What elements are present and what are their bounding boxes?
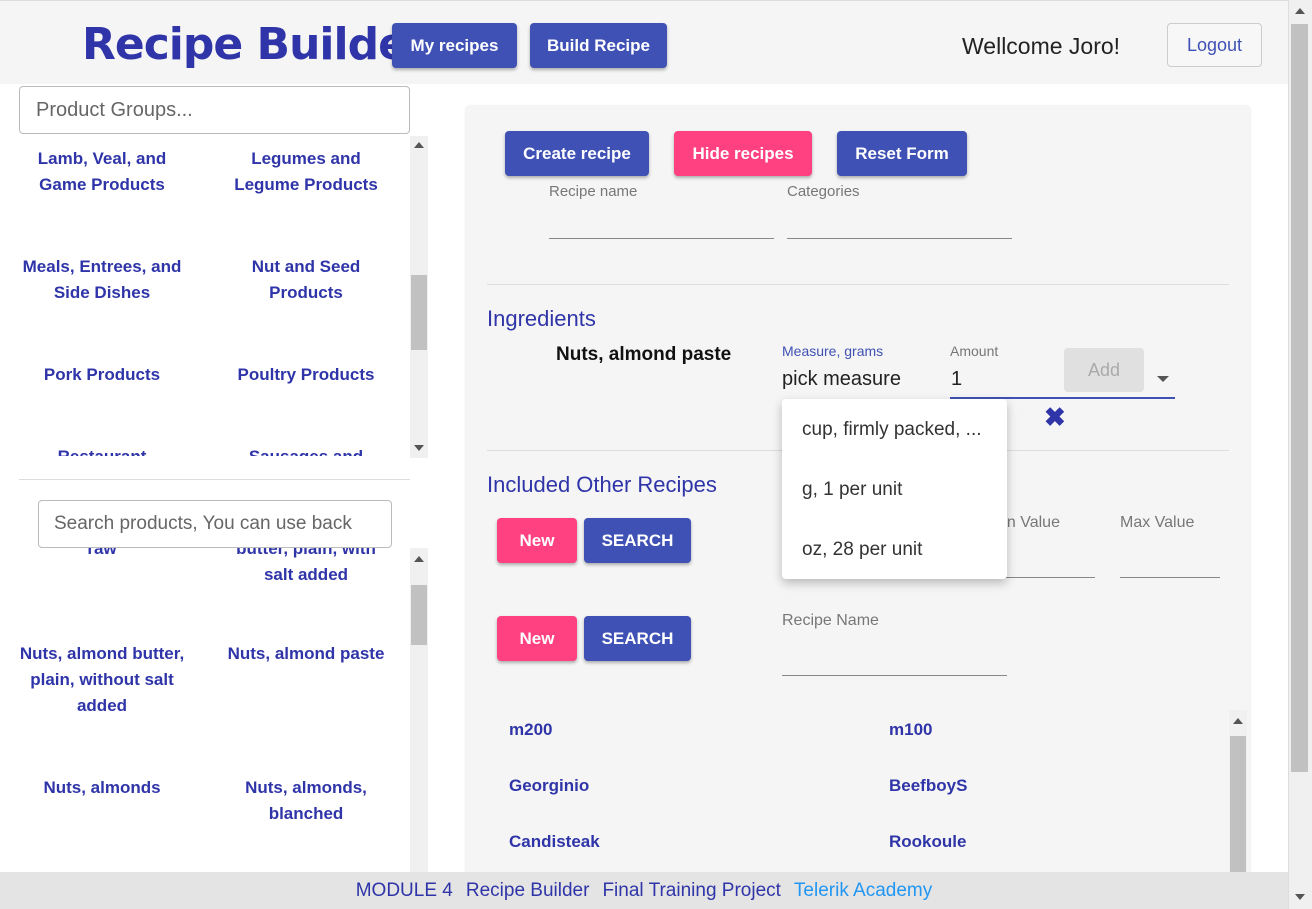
- group-item[interactable]: Nut and Seed Products: [221, 254, 391, 306]
- included-recipes-title: Included Other Recipes: [487, 472, 717, 497]
- group-item[interactable]: Pork Products: [17, 362, 187, 388]
- close-icon[interactable]: ✖: [1044, 402, 1066, 433]
- product-search-input[interactable]: Search products, You can use back: [38, 500, 392, 548]
- max-value-input[interactable]: [1120, 577, 1220, 578]
- product-groups-input[interactable]: Product Groups...: [19, 86, 410, 134]
- group-item[interactable]: Sausages and: [221, 444, 391, 456]
- group-item[interactable]: Poultry Products: [221, 362, 391, 388]
- measure-label: Measure, grams: [782, 343, 884, 359]
- product-item[interactable]: Nuts, almonds: [17, 775, 187, 801]
- window-scroll-thumb[interactable]: [1291, 24, 1308, 772]
- recipe-name-search-input[interactable]: [782, 675, 1007, 676]
- ingredient-name: Nuts, almond paste: [556, 344, 732, 365]
- form-divider: [487, 284, 1229, 285]
- build-recipe-button[interactable]: Build Recipe: [530, 23, 667, 68]
- groups-scroll-thumb[interactable]: [411, 275, 427, 350]
- products-list: raw butter, plain, with salt added Nuts,…: [0, 536, 410, 872]
- recipe-link[interactable]: Rookoule: [889, 832, 966, 852]
- my-recipes-button[interactable]: My recipes: [392, 23, 517, 68]
- recipes-scroll-up-icon[interactable]: [1233, 718, 1243, 724]
- group-item[interactable]: Meals, Entrees, and Side Dishes: [17, 254, 187, 306]
- recipes-scroll-thumb[interactable]: [1230, 736, 1246, 872]
- product-groups-list: Lamb, Veal, and Game Products Legumes an…: [0, 138, 410, 456]
- recipe-link[interactable]: Candisteak: [509, 832, 600, 852]
- search-button[interactable]: SEARCH: [584, 518, 691, 563]
- recipe-name-input[interactable]: [549, 238, 774, 239]
- footer-app: Recipe Builder: [465, 879, 590, 901]
- footer: MODULE 4 Recipe Builder Final Training P…: [0, 872, 1288, 909]
- footer-project: Final Training Project: [602, 879, 781, 901]
- groups-scroll-up-icon[interactable]: [414, 142, 424, 148]
- group-item[interactable]: Restaurant: [17, 444, 187, 456]
- ingredients-title: Ingredients: [487, 306, 596, 331]
- products-scroll-thumb[interactable]: [411, 585, 427, 645]
- product-item[interactable]: Nuts, almonds, blanched: [221, 775, 391, 827]
- recipe-link[interactable]: BeefboyS: [889, 776, 967, 796]
- create-recipe-button[interactable]: Create recipe: [505, 131, 649, 176]
- window-scroll-down-icon[interactable]: [1295, 894, 1305, 900]
- recipe-link[interactable]: m200: [509, 720, 552, 740]
- amount-input[interactable]: 1: [951, 368, 962, 391]
- categories-label: Categories: [787, 183, 860, 200]
- recipe-name-search-label: Recipe Name: [782, 612, 879, 629]
- hide-recipes-button[interactable]: Hide recipes: [674, 131, 812, 176]
- left-divider: [19, 479, 410, 480]
- products-scroll-up-icon[interactable]: [414, 556, 424, 562]
- welcome-text: Wellcome Joro!: [962, 33, 1121, 59]
- measure-dropdown: cup, firmly packed, ... g, 1 per unit oz…: [782, 399, 1007, 579]
- search-button[interactable]: SEARCH: [584, 616, 691, 661]
- categories-input[interactable]: [787, 238, 1012, 239]
- chevron-down-icon[interactable]: [1157, 376, 1169, 382]
- product-item[interactable]: Nuts, almond butter, plain, without salt…: [17, 641, 187, 719]
- groups-scroll-down-icon[interactable]: [414, 445, 424, 451]
- measure-select[interactable]: pick measure: [782, 368, 901, 391]
- new-button[interactable]: New: [497, 518, 577, 563]
- amount-label: Amount: [950, 343, 999, 359]
- logout-button[interactable]: Logout: [1167, 23, 1262, 67]
- max-value-label: Max Value: [1120, 514, 1195, 531]
- measure-option[interactable]: oz, 28 per unit: [802, 539, 922, 561]
- new-button[interactable]: New: [497, 616, 577, 661]
- window-scroll-up-icon[interactable]: [1295, 8, 1305, 14]
- measure-option[interactable]: cup, firmly packed, ...: [802, 419, 982, 441]
- recipe-link[interactable]: Georginio: [509, 776, 589, 796]
- footer-academy-link[interactable]: Telerik Academy: [794, 880, 932, 902]
- group-item[interactable]: Legumes and Legume Products: [221, 146, 391, 198]
- add-ingredient-button[interactable]: Add: [1064, 348, 1144, 392]
- product-item[interactable]: Nuts, almond paste: [221, 641, 391, 667]
- recipe-name-label: Recipe name: [549, 183, 638, 200]
- footer-module: MODULE 4: [355, 879, 453, 901]
- group-item[interactable]: Lamb, Veal, and Game Products: [17, 146, 187, 198]
- reset-form-button[interactable]: Reset Form: [837, 131, 967, 176]
- app-title: Recipe Builder: [82, 19, 429, 70]
- recipe-link[interactable]: m100: [889, 720, 932, 740]
- measure-option[interactable]: g, 1 per unit: [802, 479, 902, 501]
